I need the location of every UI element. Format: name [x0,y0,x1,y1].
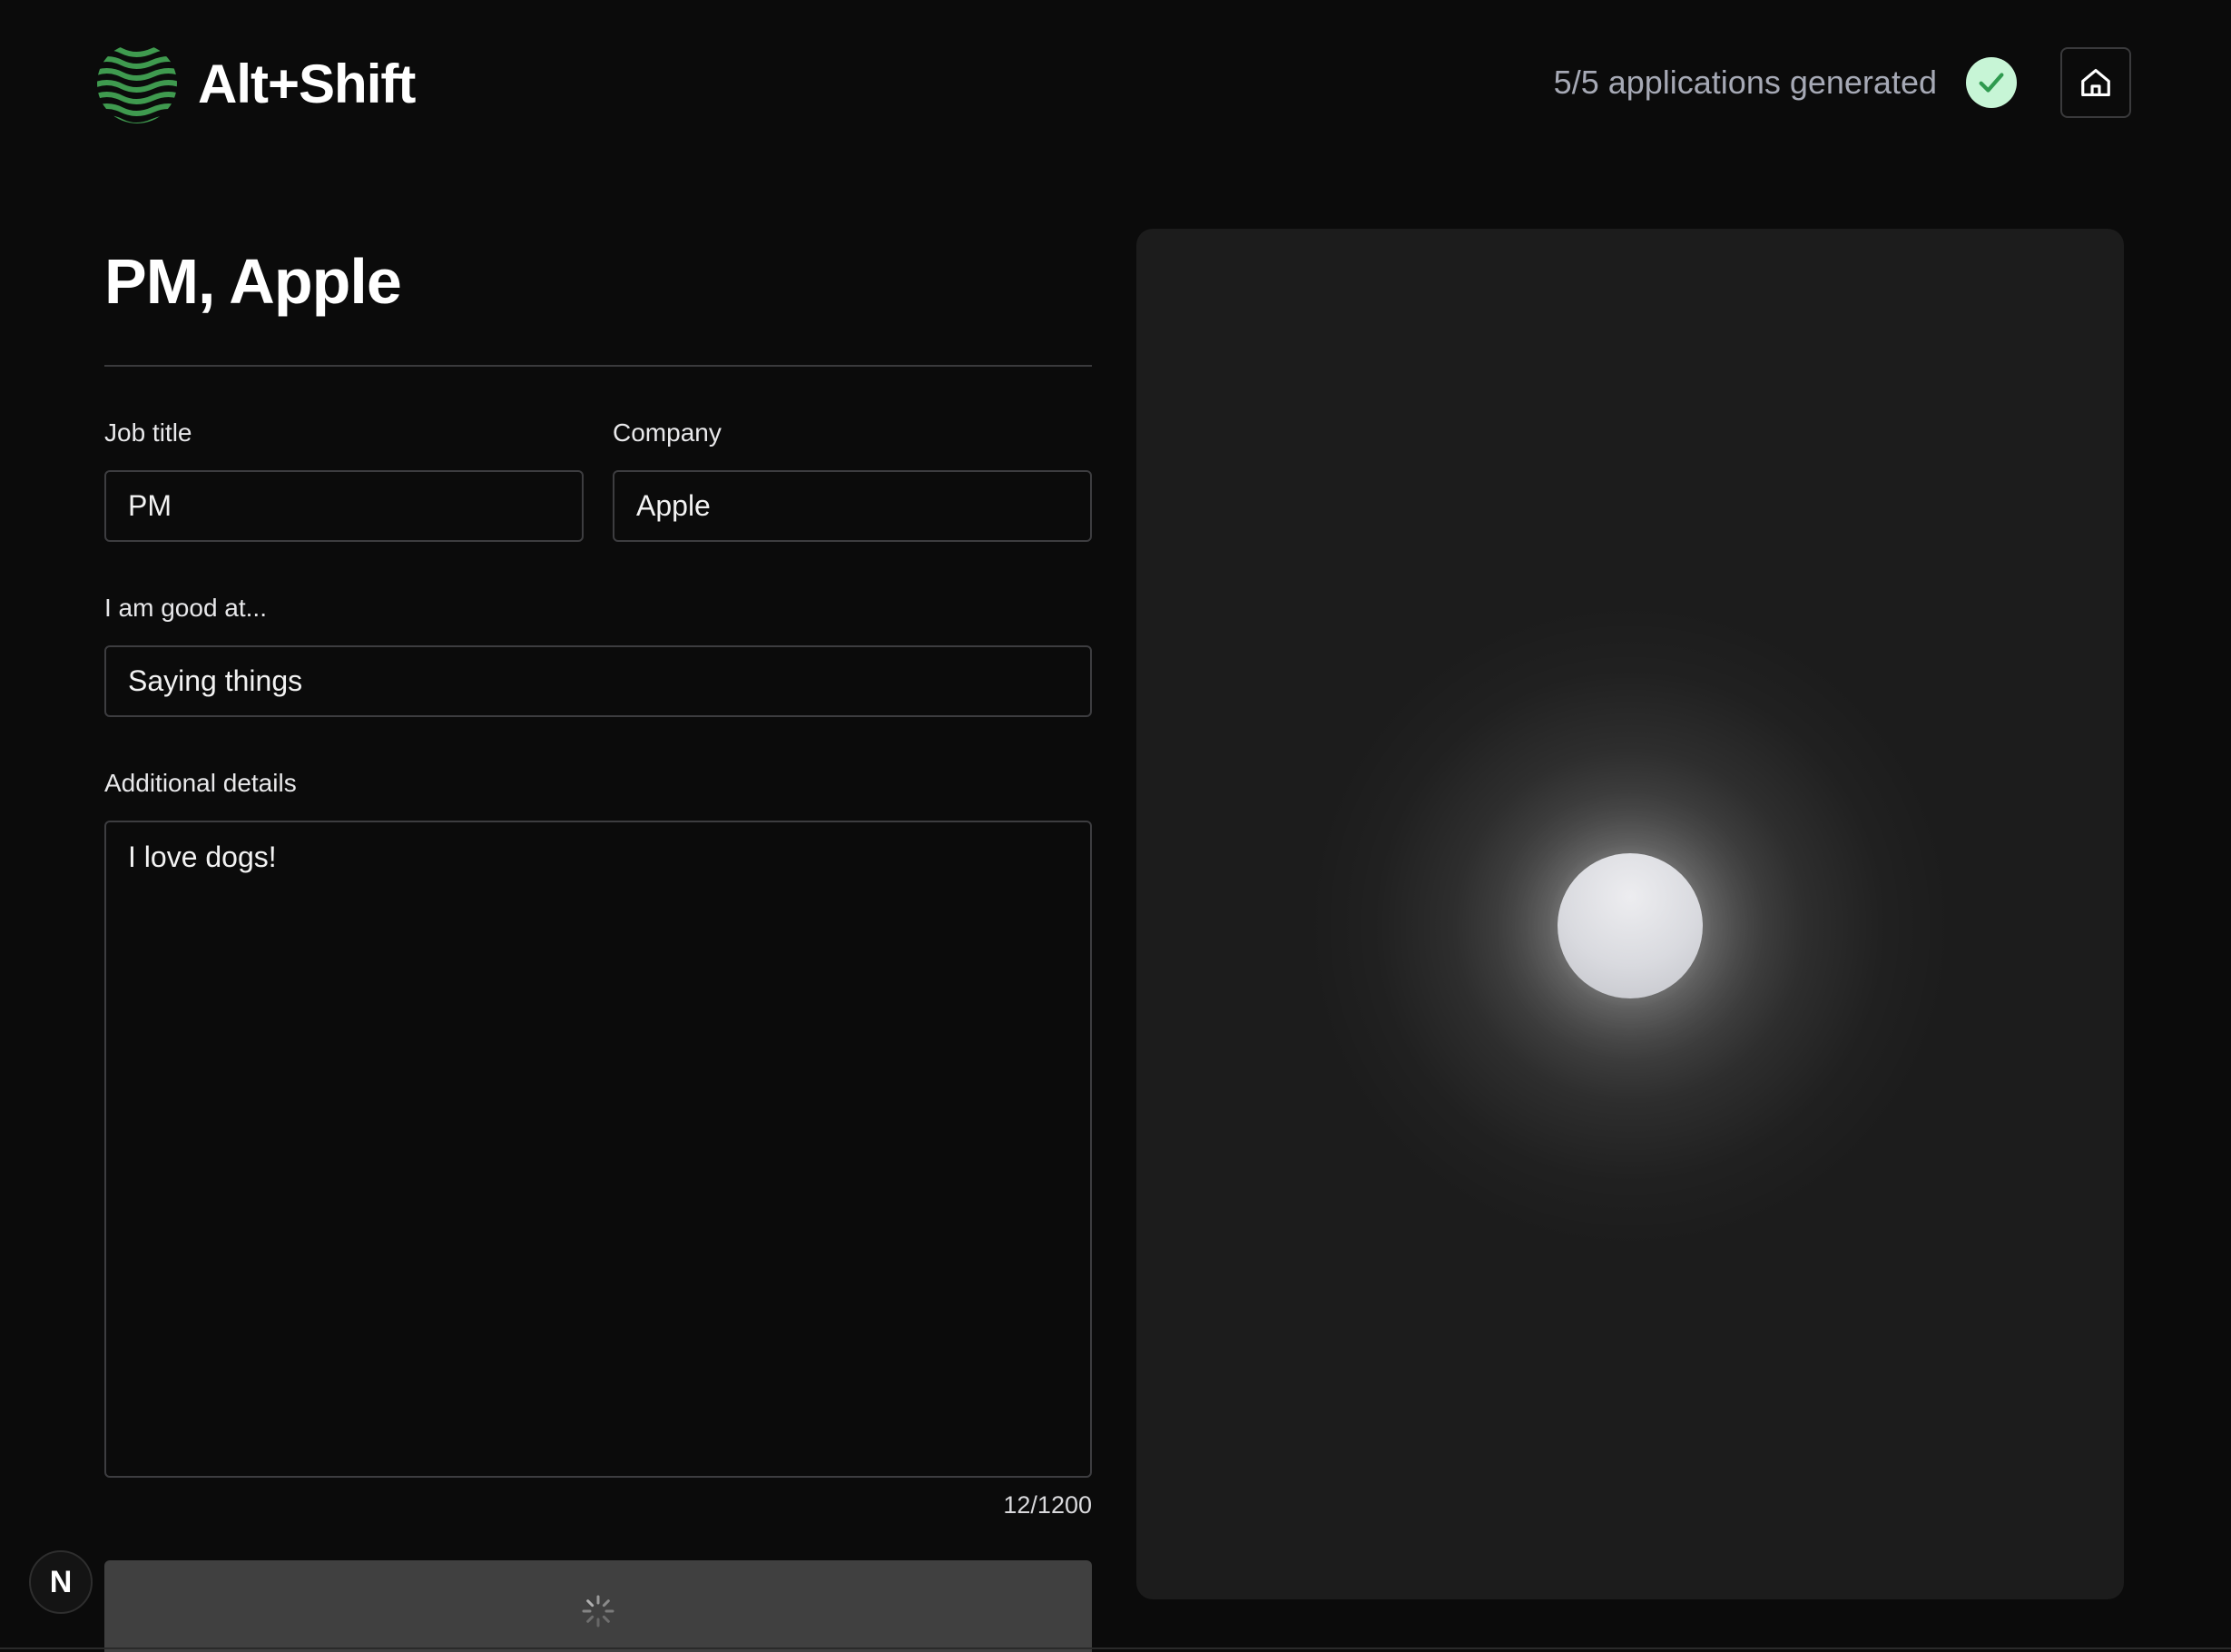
title-divider [104,365,1092,367]
company-field: Company [613,418,1092,542]
job-company-row: Job title Company [104,418,1092,542]
job-title-input[interactable] [104,470,584,542]
character-counter: 12/1200 [1003,1491,1092,1519]
additional-details-textarea[interactable]: I love dogs! [104,821,1092,1478]
good-at-field: I am good at... [104,593,1092,717]
applications-progress-text: 5/5 applications generated [1553,64,1937,101]
page-title: PM, Apple [104,246,402,317]
loading-orb [1558,853,1703,998]
header-status: 5/5 applications generated [1554,46,2131,119]
brand-name: Alt+Shift [198,53,416,114]
company-input[interactable] [613,470,1092,542]
dev-tools-badge[interactable]: N [29,1550,93,1614]
preview-panel [1136,229,2124,1599]
additional-details-label: Additional details [104,769,297,797]
good-at-input[interactable] [104,645,1092,717]
company-label: Company [613,418,722,447]
good-at-label: I am good at... [104,594,267,622]
home-icon [2081,68,2110,97]
dev-badge-label: N [49,1564,73,1599]
application-form: PM, Apple Job title Company I am good at… [104,209,1092,1652]
job-title-label: Job title [104,418,192,447]
wave-logo-icon [97,44,177,123]
app-page: Alt+Shift 5/5 applications generated PM,… [0,0,2231,1652]
spinner-icon [582,1595,614,1627]
job-title-field: Job title [104,418,584,542]
home-button[interactable] [2060,47,2131,118]
additional-details-field: Additional details I love dogs! 12/1200 [104,768,1092,1520]
bottom-divider [0,1647,2231,1649]
brand: Alt+Shift [96,44,416,123]
check-icon [1966,57,2017,108]
generate-button[interactable] [104,1560,1092,1652]
